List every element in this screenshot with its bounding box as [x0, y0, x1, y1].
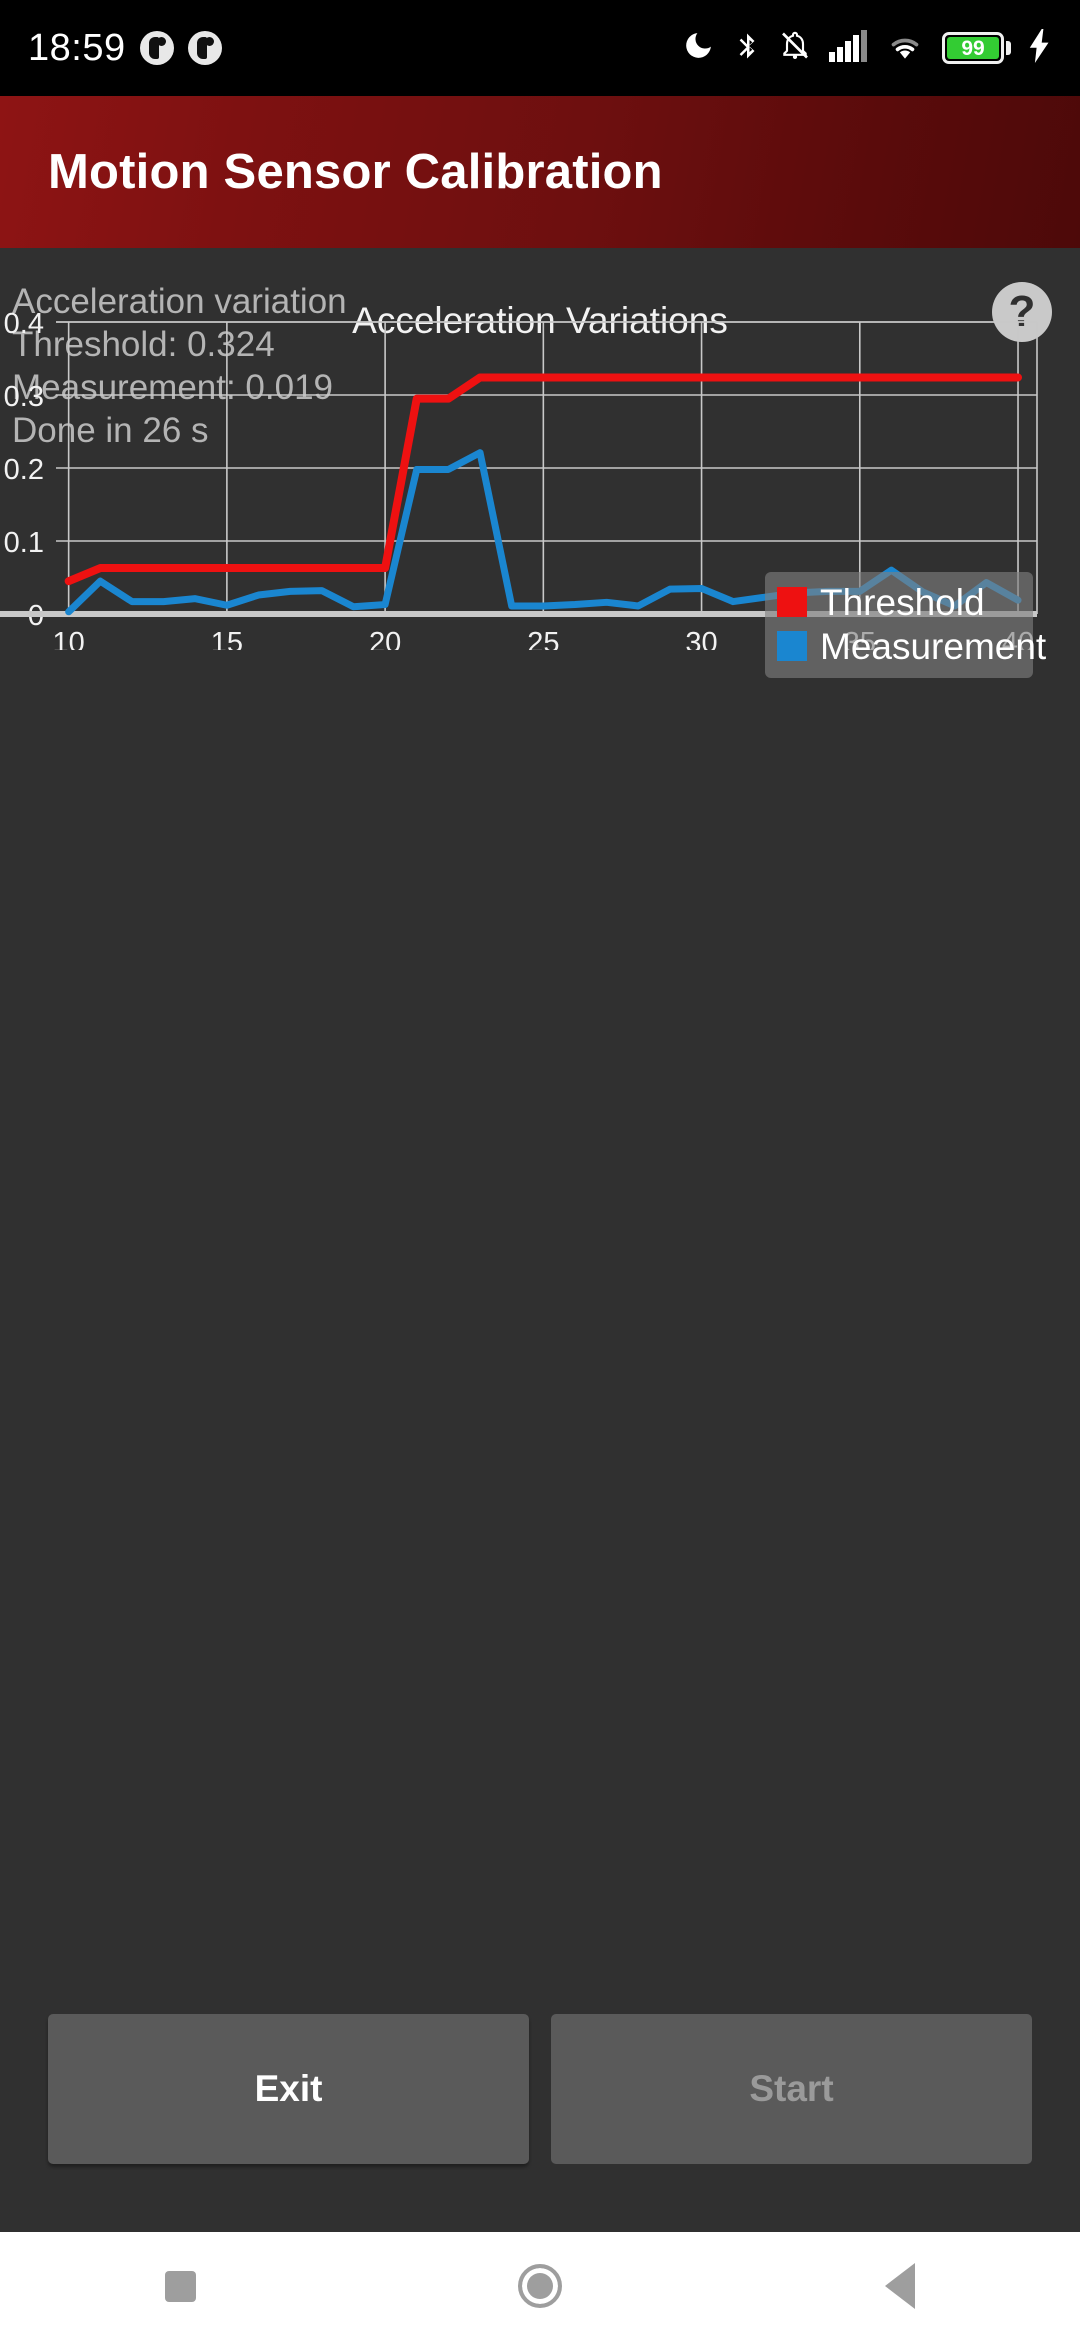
y-axis-tick-label: 0.4 [4, 308, 44, 340]
notification-dot-icon [187, 31, 222, 65]
recents-square-icon [164, 2270, 196, 2302]
battery-percent-label: 99 [947, 37, 999, 59]
page-title: Motion Sensor Calibration [48, 145, 663, 199]
legend-item-threshold: Threshold [777, 580, 1023, 624]
x-axis-tick-label: 25 [527, 627, 559, 650]
legend-label-threshold: Threshold [820, 581, 985, 623]
notification-dot-icon [139, 31, 174, 65]
legend-item-measurement: Measurement [777, 624, 1046, 668]
battery-icon: 99 [942, 32, 1011, 64]
acceleration-variations-chart: Acceleration Variations 00.10.20.30.4101… [0, 300, 1080, 678]
mute-bell-icon [779, 29, 811, 67]
home-circle-icon [518, 2264, 562, 2308]
recents-button[interactable] [125, 2232, 235, 2340]
bluetooth-icon [732, 29, 762, 68]
status-bar-left: 18:59 [28, 27, 222, 70]
exit-button[interactable]: Exit [48, 2014, 529, 2164]
do-not-disturb-moon-icon [682, 29, 715, 67]
action-button-bar: Exit Start [0, 2014, 1080, 2164]
android-navigation-bar [0, 2232, 1080, 2340]
status-bar-right: 99 [682, 28, 1052, 68]
back-triangle-icon [885, 2263, 915, 2309]
legend-swatch-measurement [777, 631, 807, 661]
wifi-icon [885, 30, 925, 66]
x-axis-tick-label: 30 [685, 627, 717, 650]
x-axis-tick-label: 10 [53, 627, 85, 650]
start-button[interactable]: Start [551, 2014, 1032, 2164]
status-clock: 18:59 [28, 26, 126, 69]
back-button[interactable] [845, 2232, 955, 2340]
y-axis-tick-label: 0.3 [4, 381, 44, 413]
chart-legend: Threshold Measurement [765, 572, 1046, 678]
legend-label-measurement: Measurement [820, 625, 1047, 667]
charging-bolt-icon [1028, 28, 1052, 68]
y-axis-tick-label: 0.1 [4, 527, 44, 559]
x-axis-tick-label: 20 [369, 627, 401, 650]
y-axis-tick-label: 0.2 [4, 454, 44, 486]
home-button[interactable] [485, 2232, 595, 2340]
app-bar: Motion Sensor Calibration [0, 96, 1080, 248]
legend-swatch-threshold [777, 587, 807, 617]
x-axis-tick-label: 15 [211, 627, 243, 650]
status-bar: 18:59 99 [0, 0, 1080, 96]
cellular-signal-icon [828, 29, 868, 67]
main-content: Acceleration variation Threshold: 0.324 … [0, 248, 1080, 2232]
